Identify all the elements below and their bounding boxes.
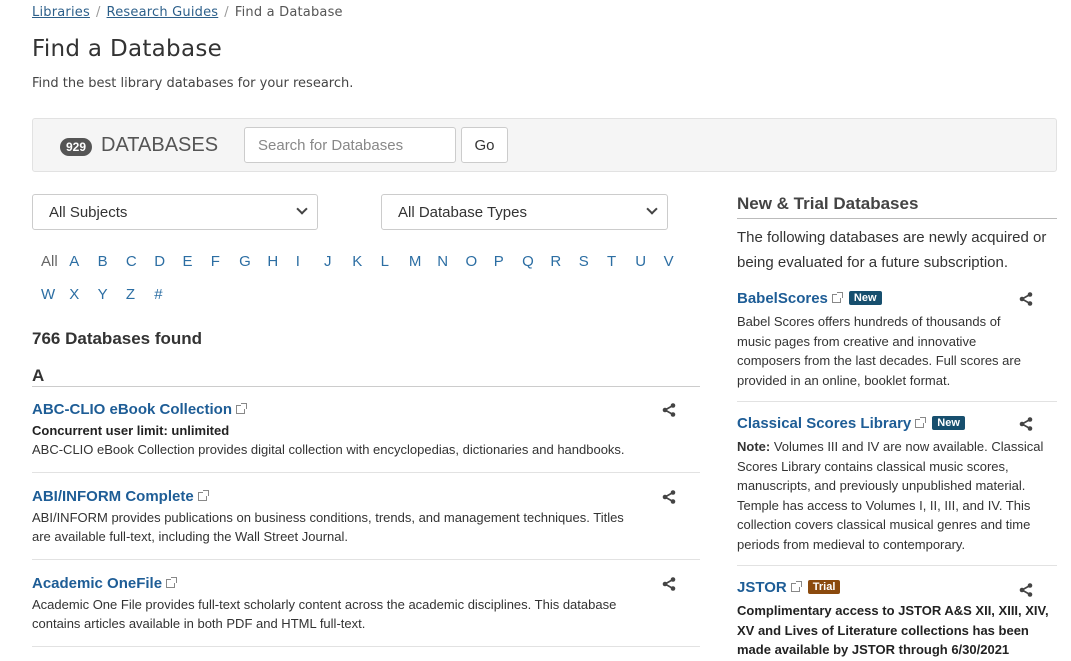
subjects-select[interactable]: All Subjects (32, 194, 318, 230)
az-letter-o[interactable]: O (466, 253, 478, 270)
share-icon[interactable] (1019, 292, 1033, 306)
az-letter-a[interactable]: A (69, 253, 79, 270)
divider (737, 401, 1057, 402)
database-title-link[interactable]: ABC-CLIO eBook Collection (32, 401, 232, 418)
database-count-badge: 929 (60, 138, 93, 156)
share-icon[interactable] (662, 490, 676, 504)
external-link-icon (831, 292, 843, 303)
share-icon[interactable] (662, 403, 676, 417)
az-letter-all[interactable]: All (41, 253, 58, 270)
databases-label: DATABASES (101, 134, 219, 156)
az-letter-g[interactable]: G (239, 253, 251, 270)
az-letter-b[interactable]: B (98, 253, 108, 270)
database-title-link[interactable]: Academic OneFile (32, 575, 162, 592)
az-letter-w[interactable]: W (41, 286, 55, 303)
share-icon[interactable] (1019, 417, 1033, 431)
az-letter-z[interactable]: Z (126, 286, 135, 303)
page-title: Find a Database (32, 36, 223, 62)
az-letter-hash[interactable]: # (154, 286, 162, 303)
external-link-icon (236, 403, 248, 414)
az-letter-u[interactable]: U (635, 253, 646, 270)
az-letter-n[interactable]: N (437, 253, 448, 270)
az-letter-j[interactable]: J (324, 253, 332, 270)
az-letter-l[interactable]: L (381, 253, 389, 270)
breadcrumb-separator: / (224, 5, 229, 20)
database-description: ABC-CLIO eBook Collection provides digit… (32, 442, 625, 457)
breadcrumb: Libraries / Research Guides / Find a Databas… (32, 5, 343, 20)
divider (32, 386, 700, 387)
sidebar-item: JSTOR Trial Complimentary access to JSTOR… (737, 579, 1057, 660)
sidebar-description: Note: Volumes III and IV are now availab… (737, 437, 1057, 554)
database-types-select-value: All Database Types (398, 204, 527, 221)
breadcrumb-libraries[interactable]: Libraries (32, 5, 90, 20)
external-link-icon (166, 577, 178, 588)
subjects-select-value: All Subjects (49, 204, 128, 221)
external-link-icon (197, 490, 209, 501)
breadcrumb-research-guides[interactable]: Research Guides (107, 5, 219, 20)
sidebar-item: Classical Scores Library New Note: Volume… (737, 415, 1057, 554)
chevron-down-icon (646, 203, 658, 215)
az-letter-r[interactable]: R (550, 253, 561, 270)
note-label: Note: (737, 439, 771, 454)
sidebar-intro: The following databases are newly acquir… (737, 229, 1047, 271)
trial-badge: Trial (807, 580, 841, 594)
share-icon[interactable] (662, 577, 676, 591)
sidebar-title-link[interactable]: BabelScores (737, 290, 828, 307)
chevron-down-icon (296, 203, 308, 215)
sidebar-heading: New & Trial Databases (737, 194, 919, 213)
note-text: Volumes III and IV are now available. Cl… (737, 439, 1044, 552)
divider (32, 559, 700, 560)
database-types-select[interactable]: All Database Types (381, 194, 668, 230)
az-letter-s[interactable]: S (579, 253, 589, 270)
az-letter-t[interactable]: T (607, 253, 616, 270)
az-letter-e[interactable]: E (183, 253, 193, 270)
az-letter-v[interactable]: V (664, 253, 674, 270)
database-description: Academic One File provides full-text sch… (32, 597, 617, 631)
sidebar-description: Complimentary access to JSTOR A&S XII, X… (737, 603, 1049, 657)
sidebar-description: Babel Scores offers hundreds of thousand… (737, 314, 1021, 388)
breadcrumb-current: Find a Database (234, 5, 343, 20)
az-letter-m[interactable]: M (409, 253, 422, 270)
search-panel: 929 DATABASES Go (32, 118, 1057, 172)
database-note: Concurrent user limit: unlimited (32, 423, 230, 438)
go-button[interactable]: Go (461, 127, 508, 163)
az-letter-i[interactable]: I (296, 253, 300, 270)
az-letter-x[interactable]: X (69, 286, 79, 303)
az-letter-h[interactable]: H (267, 253, 278, 270)
sidebar-title-link[interactable]: Classical Scores Library (737, 415, 911, 432)
new-badge: New (848, 291, 882, 305)
divider (32, 472, 700, 473)
database-item: ABI/INFORM Complete ABI/INFORM provides … (32, 488, 700, 546)
database-description: ABI/INFORM provides publications on busi… (32, 510, 624, 544)
new-badge: New (932, 416, 965, 430)
az-letter-p[interactable]: P (494, 253, 504, 270)
database-title-link[interactable]: ABI/INFORM Complete (32, 488, 194, 505)
divider (737, 565, 1057, 566)
breadcrumb-separator: / (95, 5, 101, 20)
results-count: 766 Databases found (32, 329, 203, 348)
az-letter-d[interactable]: D (154, 253, 165, 270)
search-input[interactable] (244, 127, 456, 163)
az-letter-c[interactable]: C (126, 253, 137, 270)
sidebar-title-link[interactable]: JSTOR (737, 579, 787, 596)
az-letter-k[interactable]: K (352, 253, 362, 270)
divider (737, 218, 1057, 219)
letter-heading: A (32, 366, 45, 385)
database-item: Academic OneFile Academic One File provi… (32, 575, 700, 633)
az-letter-q[interactable]: Q (522, 253, 534, 270)
page-subtitle: Find the best library databases for your… (32, 76, 354, 91)
az-letter-f[interactable]: F (211, 253, 220, 270)
az-letter-y[interactable]: Y (98, 286, 108, 303)
divider (32, 646, 700, 647)
share-icon[interactable] (1019, 583, 1033, 597)
database-item: ABC-CLIO eBook Collection Concurrent use… (32, 401, 700, 459)
sidebar-item: BabelScores New Babel Scores offers hundr… (737, 290, 1033, 390)
external-link-icon (915, 417, 927, 428)
external-link-icon (790, 581, 802, 592)
